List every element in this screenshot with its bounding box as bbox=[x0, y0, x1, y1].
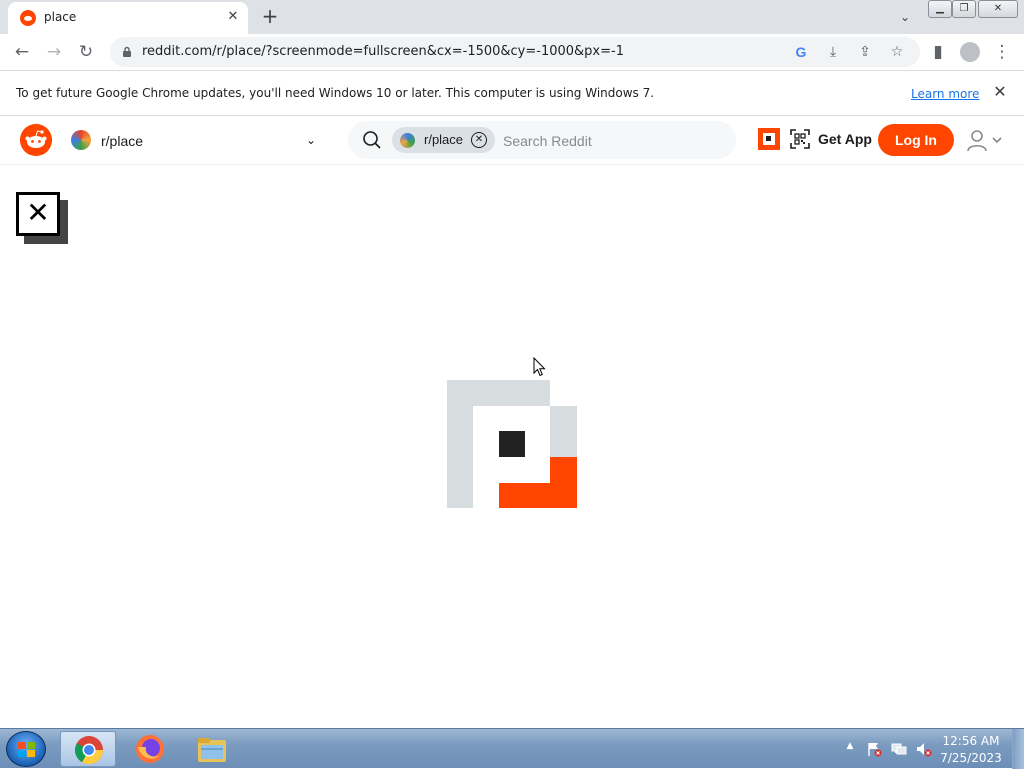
close-icon[interactable]: ✕ bbox=[16, 192, 60, 236]
start-button[interactable] bbox=[6, 731, 46, 767]
reload-button[interactable]: ↻ bbox=[73, 39, 99, 65]
reddit-header: r/place ⌄ r/place ✕ Get App Log In bbox=[0, 117, 1024, 165]
get-app-button[interactable]: Get App bbox=[818, 131, 872, 147]
tab-strip: place ✕ + ⌄ ▁ ❐ ✕ bbox=[0, 0, 1024, 34]
qr-code-icon[interactable] bbox=[790, 129, 810, 149]
bookmark-star-icon[interactable]: ☆ bbox=[887, 42, 907, 62]
reddit-favicon-icon bbox=[20, 10, 36, 26]
forward-button[interactable]: → bbox=[41, 39, 67, 65]
action-center-flag-icon[interactable] bbox=[866, 741, 882, 757]
show-desktop-button[interactable] bbox=[1012, 729, 1024, 769]
place-icon[interactable] bbox=[758, 128, 780, 150]
show-hidden-icons-icon[interactable]: ▲ bbox=[844, 741, 856, 753]
chevron-down-icon[interactable]: ⌄ bbox=[302, 131, 320, 149]
minimize-button[interactable]: ▁ bbox=[928, 0, 952, 18]
search-community-chip[interactable]: r/place ✕ bbox=[392, 127, 495, 153]
side-panel-icon[interactable]: ▮ bbox=[925, 39, 951, 65]
mouse-cursor-icon bbox=[533, 357, 546, 377]
infobar-message: To get future Google Chrome updates, you… bbox=[16, 86, 655, 100]
search-icon bbox=[363, 131, 381, 149]
firefox-icon bbox=[136, 735, 164, 763]
chip-remove-icon[interactable]: ✕ bbox=[471, 132, 487, 148]
profile-avatar[interactable] bbox=[957, 39, 983, 65]
tab-search-chevron-icon[interactable]: ⌄ bbox=[894, 6, 916, 28]
menu-kebab-icon[interactable]: ⋮ bbox=[989, 39, 1015, 65]
volume-muted-icon[interactable] bbox=[916, 741, 932, 757]
learn-more-link[interactable]: Learn more bbox=[911, 87, 979, 101]
place-logo-icon bbox=[447, 380, 577, 508]
windows-taskbar: ▲ 12:56 AM 7/25/2023 bbox=[0, 728, 1024, 769]
search-input[interactable] bbox=[503, 131, 723, 151]
user-menu-icon[interactable] bbox=[966, 129, 1006, 153]
windows-logo-icon bbox=[18, 742, 35, 757]
login-button[interactable]: Log In bbox=[878, 124, 954, 156]
search-bar[interactable]: r/place ✕ bbox=[348, 121, 736, 159]
clock-time[interactable]: 12:56 AM bbox=[936, 734, 1006, 748]
url-text: reddit.com/r/place/?screenmode=fullscree… bbox=[142, 44, 624, 59]
browser-toolbar: ← → ↻ reddit.com/r/place/?screenmode=ful… bbox=[0, 34, 1024, 71]
community-name[interactable]: r/place bbox=[101, 133, 143, 149]
chrome-icon bbox=[75, 736, 103, 764]
update-infobar: To get future Google Chrome updates, you… bbox=[0, 71, 1024, 116]
taskbar-explorer-button[interactable] bbox=[184, 731, 240, 767]
folder-icon bbox=[198, 738, 226, 762]
browser-tab[interactable]: place ✕ bbox=[8, 2, 248, 34]
lock-icon bbox=[123, 46, 131, 57]
close-fullscreen-button[interactable]: ✕ bbox=[16, 192, 68, 244]
community-chip-icon bbox=[400, 133, 415, 148]
restore-button[interactable]: ❐ bbox=[952, 0, 976, 18]
chip-label: r/place bbox=[424, 132, 464, 147]
community-icon bbox=[71, 130, 91, 150]
tab-close-icon[interactable]: ✕ bbox=[224, 8, 242, 26]
new-tab-button[interactable]: + bbox=[258, 5, 282, 29]
window-close-button[interactable]: ✕ bbox=[978, 0, 1018, 18]
network-icon[interactable] bbox=[891, 741, 907, 757]
clock-date[interactable]: 7/25/2023 bbox=[936, 751, 1006, 765]
share-icon[interactable]: ⇪ bbox=[855, 42, 875, 62]
google-lens-icon[interactable]: G bbox=[791, 42, 811, 62]
back-button[interactable]: ← bbox=[9, 39, 35, 65]
address-bar[interactable]: reddit.com/r/place/?screenmode=fullscree… bbox=[110, 37, 920, 67]
install-app-icon[interactable]: ⤓ bbox=[823, 42, 843, 62]
tab-title: place bbox=[44, 10, 77, 24]
taskbar-firefox-button[interactable] bbox=[122, 731, 178, 767]
reddit-logo-icon[interactable] bbox=[20, 124, 52, 156]
taskbar-chrome-button[interactable] bbox=[60, 731, 116, 767]
infobar-close-icon[interactable]: ✕ bbox=[990, 82, 1010, 102]
